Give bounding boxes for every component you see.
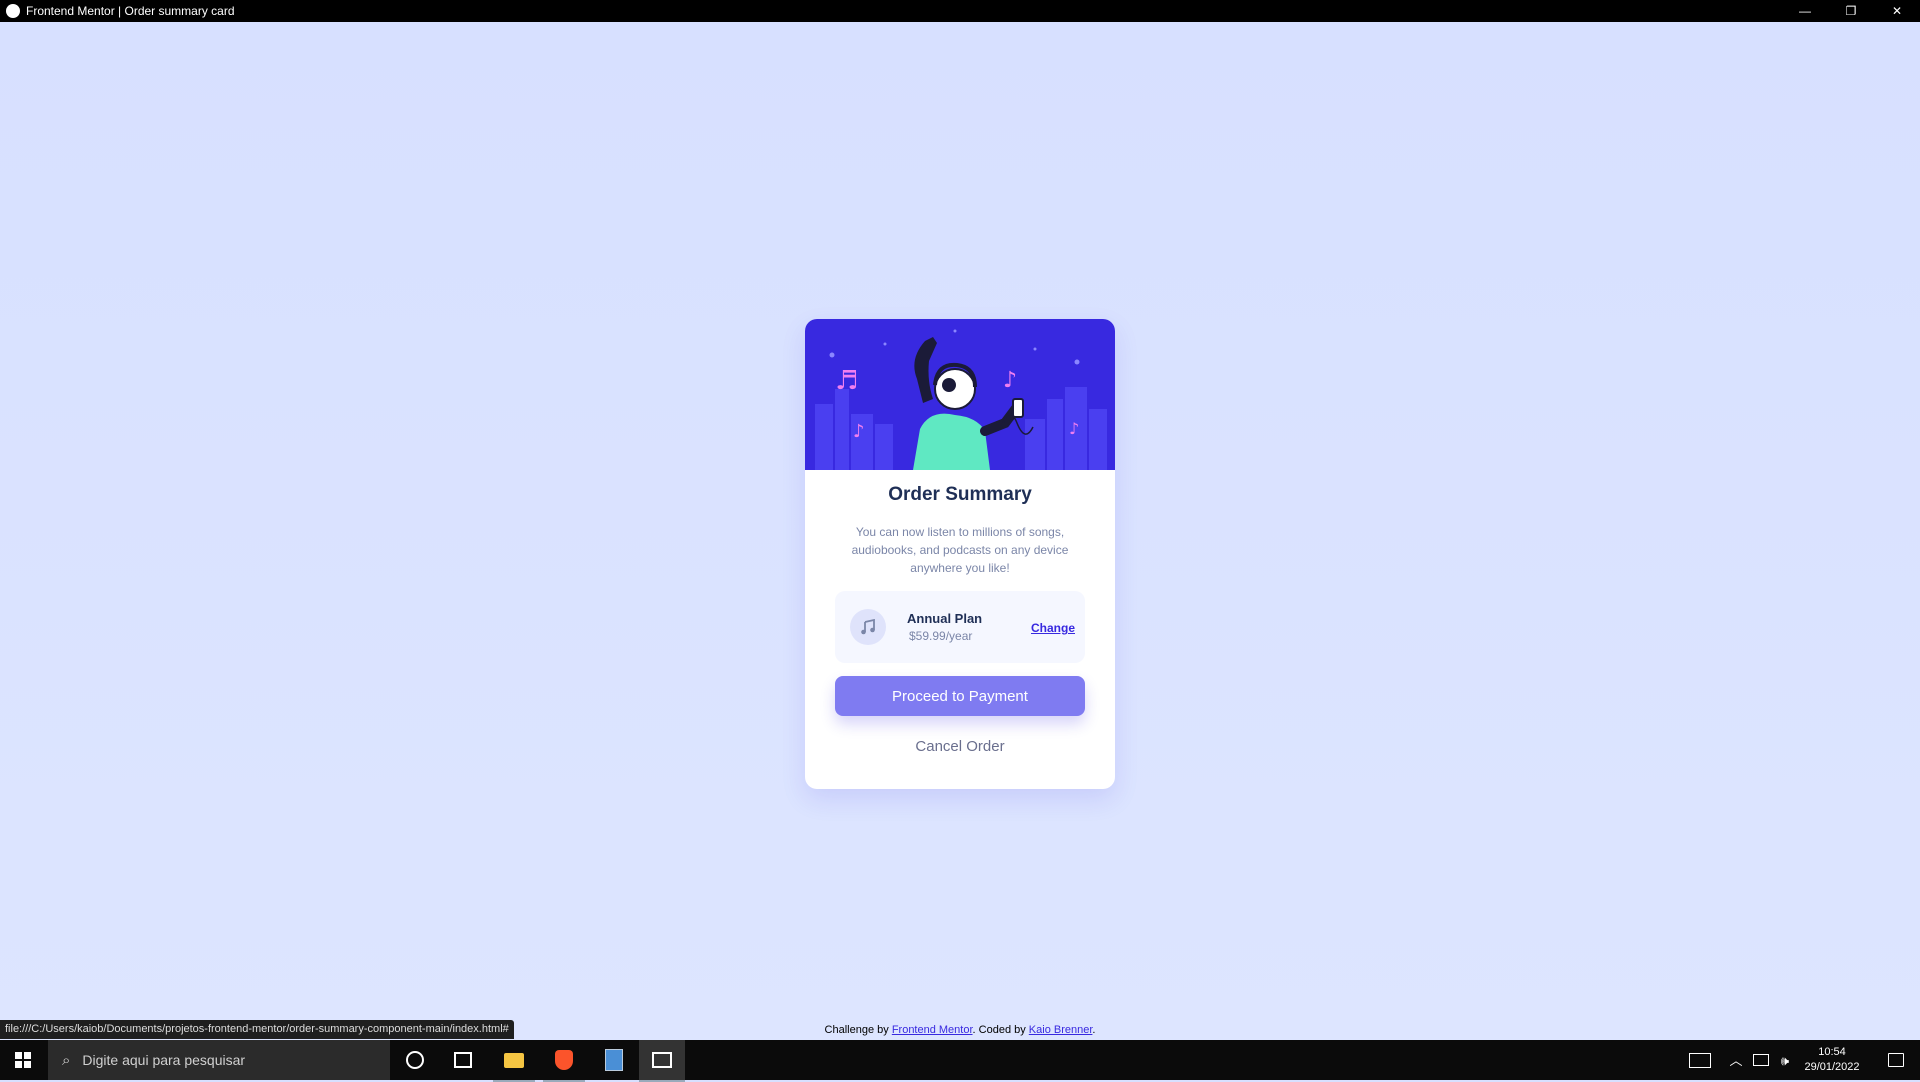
taskbar-search-input[interactable]: ⌕ Digite aqui para pesquisar: [48, 1040, 390, 1080]
notifications-icon[interactable]: [1876, 1040, 1916, 1080]
change-plan-link[interactable]: Change: [1031, 621, 1075, 635]
plan-box: Annual Plan $59.99/year Change: [835, 591, 1085, 663]
plan-name: Annual Plan: [907, 611, 983, 626]
cancel-order-button[interactable]: Cancel Order: [835, 731, 1085, 761]
svg-text:♬: ♬: [835, 366, 858, 396]
task-view-icon[interactable]: [443, 1040, 483, 1080]
attribution-prefix: Challenge by: [824, 1024, 889, 1036]
hero-illustration: ♬ ♪ ♪ ♪: [805, 319, 1115, 470]
chevron-up-icon[interactable]: ︿: [1724, 1040, 1748, 1080]
music-note-icon: [850, 609, 886, 645]
minimize-button[interactable]: —: [1782, 0, 1828, 22]
frontend-mentor-link[interactable]: Frontend Mentor: [892, 1024, 973, 1036]
network-icon[interactable]: [1750, 1040, 1772, 1080]
browser-icon: [6, 4, 20, 18]
taskbar: ⌕ Digite aqui para pesquisar ︿ 🕪 10:54 2…: [0, 1040, 1920, 1082]
clock-time: 10:54: [1818, 1046, 1846, 1058]
status-url: file:///C:/Users/kaiob/Documents/projeto…: [0, 1020, 514, 1039]
window-title: Frontend Mentor | Order summary card: [26, 4, 235, 18]
brave-browser-icon[interactable]: [543, 1040, 585, 1082]
search-icon: ⌕: [62, 1051, 71, 1069]
cortana-icon[interactable]: [395, 1040, 435, 1080]
attribution-suffix: .: [1092, 1024, 1096, 1036]
search-placeholder: Digite aqui para pesquisar: [82, 1052, 246, 1068]
window-titlebar: Frontend Mentor | Order summary card — ❐…: [0, 0, 1920, 22]
proceed-to-payment-button[interactable]: Proceed to Payment: [835, 676, 1085, 716]
calculator-icon[interactable]: [593, 1040, 635, 1080]
author-link[interactable]: Kaio Brenner: [1029, 1024, 1093, 1036]
clock-date: 29/01/2022: [1804, 1061, 1860, 1073]
windows-logo-icon: [15, 1052, 31, 1068]
page-background: ♬ ♪ ♪ ♪ Order Summary You can now listen…: [0, 22, 1920, 1040]
close-button[interactable]: ✕: [1874, 0, 1920, 22]
clock[interactable]: 10:54 29/01/2022: [1798, 1040, 1866, 1080]
file-explorer-icon[interactable]: [493, 1040, 535, 1082]
active-window-icon[interactable]: [639, 1040, 685, 1082]
keyboard-layout-icon[interactable]: [1686, 1040, 1714, 1080]
svg-text:♪: ♪: [1069, 419, 1079, 438]
attribution-middle: . Coded by: [972, 1024, 1026, 1036]
start-button[interactable]: [0, 1040, 46, 1080]
card-title: Order Summary: [888, 484, 1032, 505]
volume-icon[interactable]: 🕪: [1774, 1040, 1796, 1080]
order-summary-card: ♬ ♪ ♪ ♪ Order Summary You can now listen…: [805, 319, 1115, 789]
svg-text:♪: ♪: [853, 421, 865, 442]
svg-text:♪: ♪: [1003, 368, 1017, 393]
plan-price: $59.99/year: [909, 629, 973, 643]
restore-button[interactable]: ❐: [1828, 0, 1874, 22]
card-description: You can now listen to millions of songs,…: [851, 525, 1069, 575]
